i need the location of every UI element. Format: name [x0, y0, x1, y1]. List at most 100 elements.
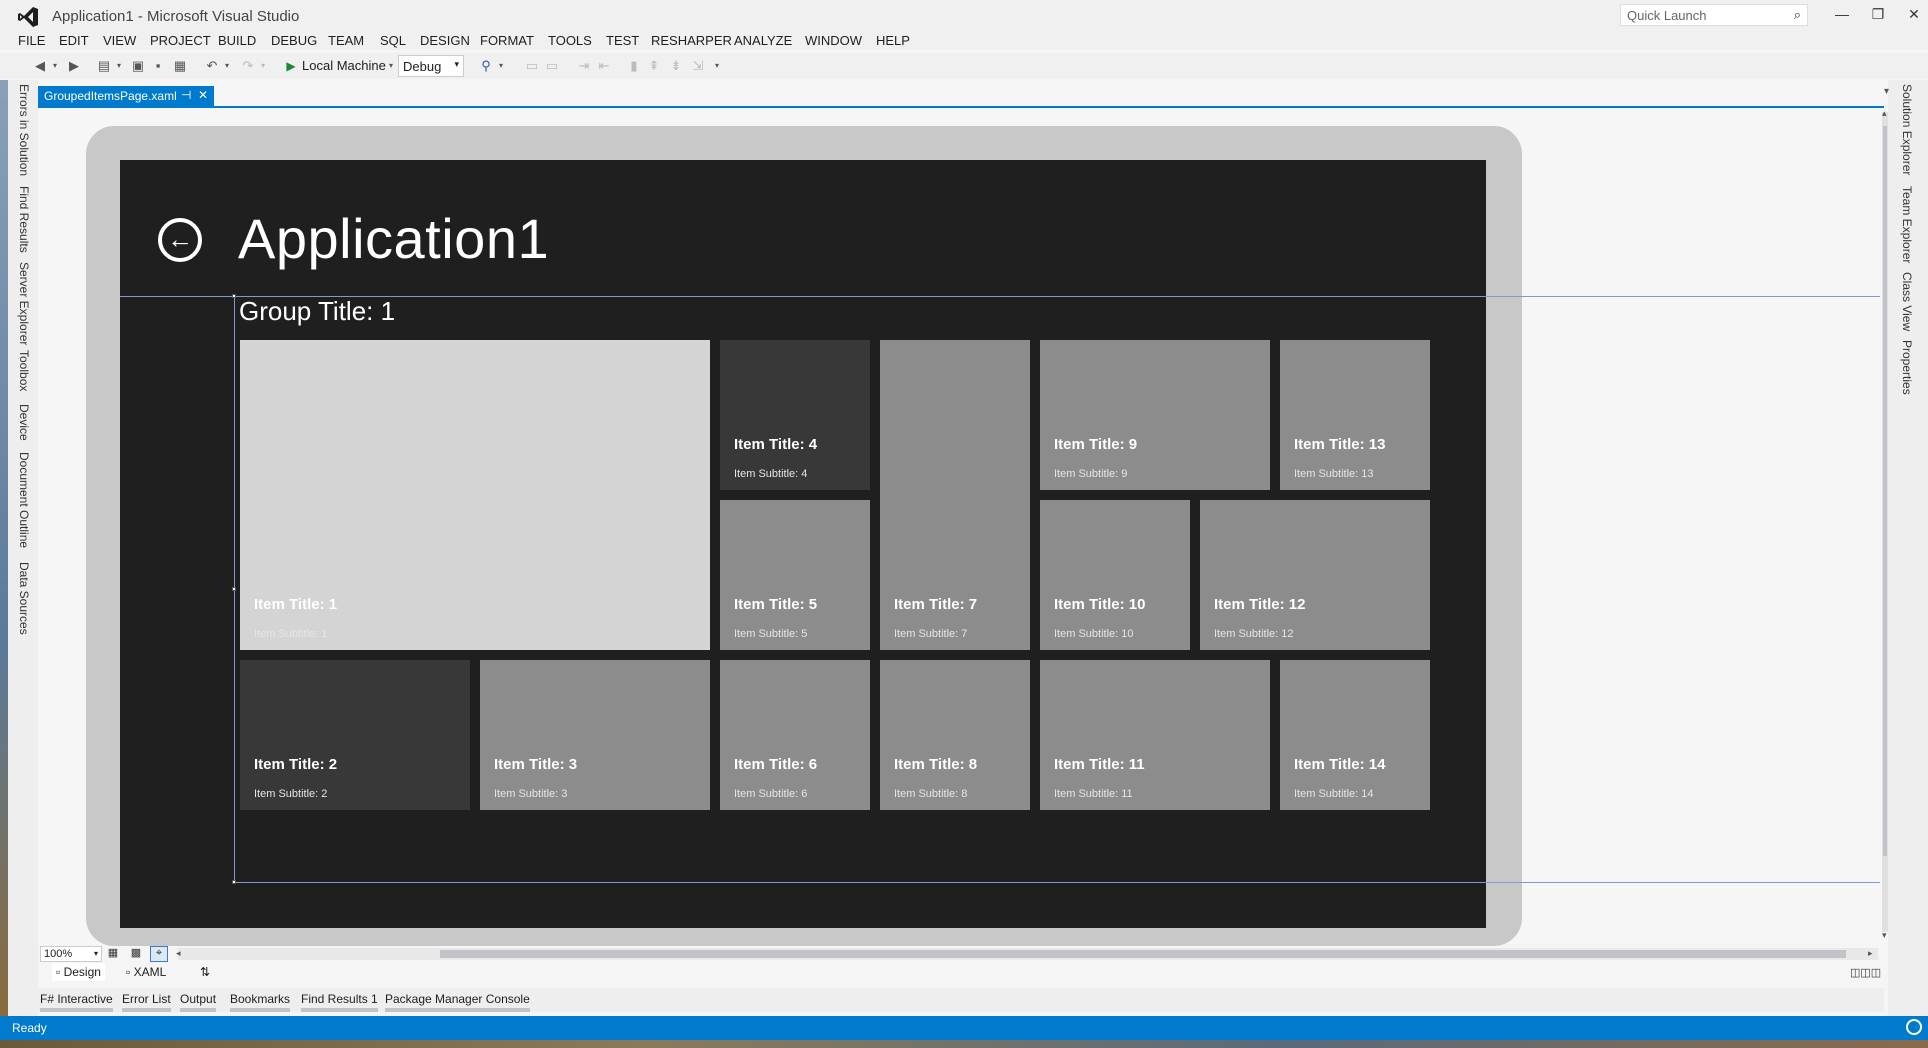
scroll-right-icon[interactable]: ▸ — [1868, 948, 1873, 959]
item-tile-3[interactable]: Item Title: 3 Item Subtitle: 3 — [480, 660, 710, 810]
item-tile-14[interactable]: Item Title: 14 Item Subtitle: 14 — [1280, 660, 1430, 810]
tab-find-results-1[interactable]: Find Results 1 — [301, 992, 378, 1012]
navigate-forward-icon[interactable]: ▶ — [66, 56, 82, 76]
item-tile-5[interactable]: Item Title: 5 Item Subtitle: 5 — [720, 500, 870, 650]
scroll-down-icon[interactable]: ▾ — [1882, 930, 1887, 941]
redo-icon[interactable]: ↷ — [240, 56, 256, 76]
item-tile-9[interactable]: Item Title: 9 Item Subtitle: 9 — [1040, 340, 1270, 490]
minimize-button[interactable]: — — [1830, 6, 1854, 26]
split-pane-icons[interactable]: ◫◫◫ — [1850, 966, 1881, 979]
back-dropdown-icon[interactable]: ▾ — [50, 56, 60, 76]
open-file-icon[interactable]: ▣ — [130, 56, 146, 76]
menu-view[interactable]: VIEW — [103, 33, 136, 48]
snap-to-grid-icon[interactable]: ▩ — [127, 946, 145, 962]
previous-bookmark-icon[interactable]: ⇞ — [646, 56, 662, 76]
tab-toolbox[interactable]: Toolbox — [17, 350, 31, 391]
menu-resharper[interactable]: RESHARPER — [651, 33, 732, 48]
tab-fsharp-interactive[interactable]: F# Interactive — [40, 992, 113, 1012]
zoom-select[interactable]: 100% ▾ — [40, 946, 102, 962]
item-tile-6[interactable]: Item Title: 6 Item Subtitle: 6 — [720, 660, 870, 810]
item-tile-11[interactable]: Item Title: 11 Item Subtitle: 11 — [1040, 660, 1270, 810]
clear-bookmarks-icon[interactable]: ⇲ — [690, 56, 706, 76]
restore-button[interactable]: ❐ — [1866, 6, 1890, 26]
configuration-select[interactable]: Debug ▾ — [398, 55, 464, 77]
menu-test[interactable]: TEST — [606, 33, 639, 48]
tab-design-view[interactable]: ▫ Design — [52, 963, 105, 981]
menu-window[interactable]: WINDOW — [805, 33, 862, 48]
new-dropdown-icon[interactable]: ▾ — [114, 56, 124, 76]
menu-edit[interactable]: EDIT — [59, 33, 89, 48]
item-tile-10[interactable]: Item Title: 10 Item Subtitle: 10 — [1040, 500, 1190, 650]
tab-server-explorer[interactable]: Server Explorer — [17, 262, 31, 345]
indent-icon[interactable]: ⇥ — [576, 56, 592, 76]
menu-tools[interactable]: TOOLS — [548, 33, 592, 48]
menu-sql[interactable]: SQL — [380, 33, 406, 48]
save-all-icon[interactable]: ▦ — [172, 56, 188, 76]
comment-icon[interactable]: ▭ — [524, 56, 540, 76]
item-tile-2[interactable]: Item Title: 2 Item Subtitle: 2 — [240, 660, 470, 810]
tab-output[interactable]: Output — [180, 992, 217, 1012]
tab-solution-explorer[interactable]: Solution Explorer — [1900, 84, 1914, 175]
scroll-up-icon[interactable]: ▴ — [1882, 108, 1887, 119]
menu-format[interactable]: FORMAT — [480, 33, 534, 48]
menu-analyze[interactable]: ANALYZE — [734, 33, 792, 48]
menu-build[interactable]: BUILD — [218, 33, 256, 48]
notifications-icon[interactable] — [1906, 1019, 1922, 1035]
undo-icon[interactable]: ↶ — [204, 56, 220, 76]
uncomment-icon[interactable]: ▭ — [544, 56, 560, 76]
navigate-back-icon[interactable]: ◀ — [32, 56, 48, 76]
close-tab-icon[interactable]: ✕ — [198, 88, 208, 102]
item-tile-7[interactable]: Item Title: 7 Item Subtitle: 7 — [880, 340, 1030, 650]
close-button[interactable]: ✕ — [1902, 6, 1926, 26]
redo-dropdown-icon[interactable]: ▾ — [258, 56, 268, 76]
tab-team-explorer[interactable]: Team Explorer — [1900, 186, 1914, 263]
menu-project[interactable]: PROJECT — [150, 33, 211, 48]
document-tab-grouped-items-page[interactable]: GroupedItemsPage.xaml ⊣ ✕ — [38, 86, 214, 106]
tab-errors-in-solution[interactable]: Errors in Solution — [17, 84, 31, 176]
tab-data-sources[interactable]: Data Sources — [17, 562, 31, 635]
run-target-button[interactable]: Local Machine — [302, 56, 388, 76]
tab-package-manager-console[interactable]: Package Manager Console — [385, 992, 530, 1012]
bookmark-icon[interactable]: ▮ — [626, 56, 642, 76]
item-tile-1[interactable]: Item Title: 1 Item Subtitle: 1 — [240, 340, 710, 650]
horizontal-scrollbar-thumb[interactable] — [440, 950, 1846, 958]
tab-error-list[interactable]: Error List — [122, 992, 171, 1012]
item-tile-4[interactable]: Item Title: 4 Item Subtitle: 4 — [720, 340, 870, 490]
menu-design[interactable]: DESIGN — [420, 33, 470, 48]
document-list-dropdown-icon[interactable]: ▾ — [1884, 86, 1889, 97]
snap-to-snaplines-icon[interactable]: ⌖ — [150, 946, 168, 962]
swap-panes-icon[interactable]: ⇅ — [196, 963, 214, 981]
tab-xaml-view[interactable]: ▫ XAML — [122, 963, 170, 981]
find-in-files-icon[interactable]: ⚲ — [478, 56, 494, 76]
group-title[interactable]: Group Title: 1 — [239, 296, 395, 327]
show-grid-icon[interactable]: ▦ — [104, 946, 122, 962]
toolbar-overflow-icon[interactable]: ▾ — [712, 56, 722, 76]
run-target-dropdown-icon[interactable]: ▾ — [386, 56, 396, 76]
resize-handle-top-left[interactable] — [232, 294, 236, 298]
next-bookmark-icon[interactable]: ⇟ — [668, 56, 684, 76]
scroll-left-icon[interactable]: ◂ — [176, 948, 181, 959]
menu-team[interactable]: TEAM — [328, 33, 364, 48]
resize-handle-left[interactable] — [232, 587, 236, 591]
back-button[interactable]: ← — [158, 218, 202, 262]
find-dropdown-icon[interactable]: ▾ — [496, 56, 506, 76]
item-tile-12[interactable]: Item Title: 12 Item Subtitle: 12 — [1200, 500, 1430, 650]
tab-class-view[interactable]: Class View — [1900, 272, 1914, 331]
resize-handle-bottom-left[interactable] — [232, 880, 236, 884]
quick-launch-input[interactable]: Quick Launch ⌕ — [1620, 4, 1808, 26]
tab-device[interactable]: Device — [17, 404, 31, 441]
new-project-icon[interactable]: ▤ — [96, 56, 112, 76]
tab-bookmarks[interactable]: Bookmarks — [230, 992, 291, 1012]
save-icon[interactable]: ▪ — [150, 56, 166, 76]
menu-help[interactable]: HELP — [876, 33, 910, 48]
item-tile-13[interactable]: Item Title: 13 Item Subtitle: 13 — [1280, 340, 1430, 490]
tab-properties[interactable]: Properties — [1900, 340, 1914, 395]
tab-document-outline[interactable]: Document Outline — [17, 452, 31, 548]
item-tile-8[interactable]: Item Title: 8 Item Subtitle: 8 — [880, 660, 1030, 810]
pin-icon[interactable]: ⊣ — [181, 88, 191, 102]
outdent-icon[interactable]: ⇤ — [596, 56, 612, 76]
menu-file[interactable]: FILE — [18, 33, 45, 48]
menu-debug[interactable]: DEBUG — [271, 33, 317, 48]
vertical-scrollbar-thumb[interactable] — [1883, 126, 1887, 856]
tab-find-results[interactable]: Find Results — [17, 186, 31, 253]
